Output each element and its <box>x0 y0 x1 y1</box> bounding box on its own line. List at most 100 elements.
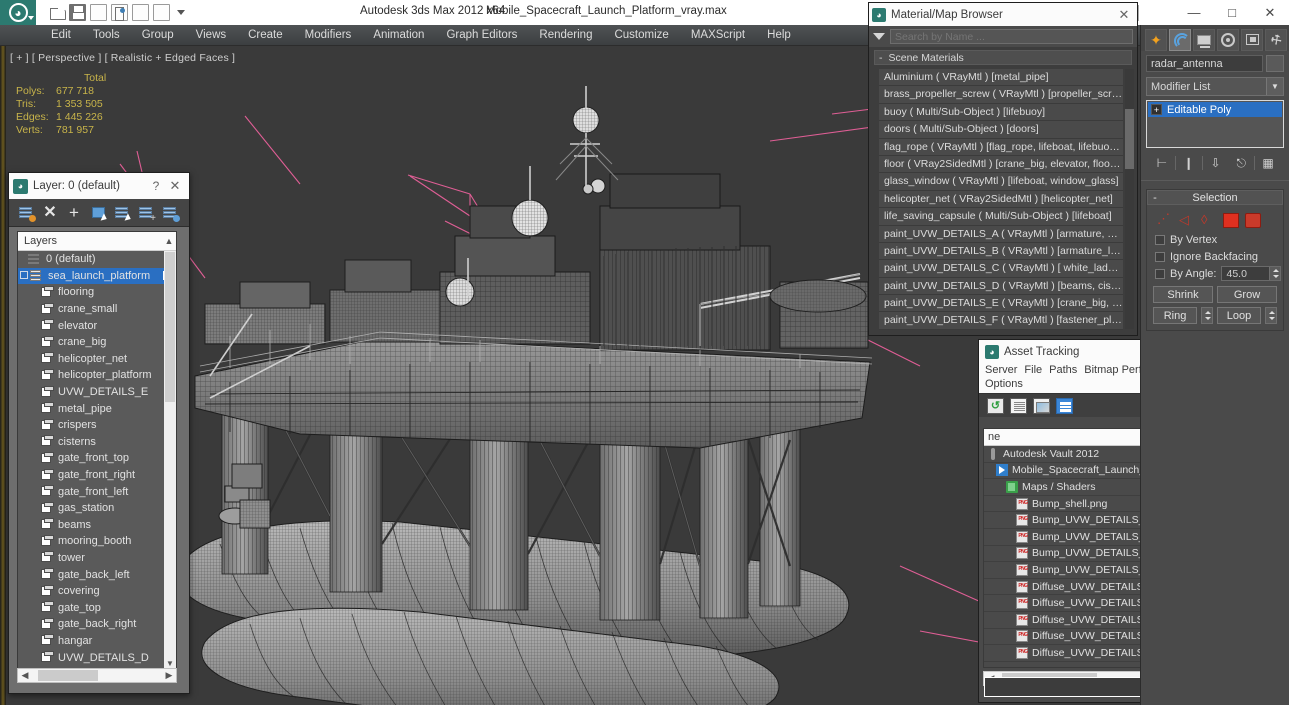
layer-row[interactable]: helicopter_net <box>18 351 176 368</box>
layer-row[interactable]: metal_pipe <box>18 400 176 417</box>
layer-row[interactable]: gate_top <box>18 599 176 616</box>
material-list-item[interactable]: paint_UVW_DETAILS_D ( VRayMtl ) [beams, … <box>879 277 1123 296</box>
scene-materials-group-header[interactable]: - Scene Materials <box>874 50 1132 65</box>
command-panel[interactable]: ✦ ⚒ radar_antenna Modifier List ▼ + Edit… <box>1140 25 1289 705</box>
polygon-icon[interactable] <box>1223 212 1239 228</box>
by-vertex-checkbox[interactable] <box>1155 234 1165 245</box>
remove-modifier-icon[interactable]: ⎋ <box>1228 154 1254 172</box>
layer-row[interactable]: gate_back_right <box>18 616 176 633</box>
menu-item-options[interactable]: Options <box>985 377 1030 391</box>
menu-item-file[interactable]: File <box>1024 363 1049 377</box>
layer-row[interactable]: crane_small <box>18 301 176 318</box>
vertex-icon[interactable] <box>1157 211 1173 228</box>
layer-row[interactable]: gate_front_top <box>18 450 176 467</box>
element-icon[interactable] <box>1245 212 1261 228</box>
3dsmax-app-menu-button[interactable]: ◕ <box>0 0 36 25</box>
layer-row[interactable]: covering <box>18 583 176 600</box>
hscroll-thumb[interactable] <box>38 670 98 681</box>
loop-spinner-icon[interactable] <box>1265 307 1277 324</box>
layer-row[interactable]: crispers <box>18 417 176 434</box>
selection-rollout-header[interactable]: - Selection <box>1147 190 1283 205</box>
layer-row[interactable]: gate_back_left <box>18 566 176 583</box>
layer-row[interactable]: gate_front_right <box>18 467 176 484</box>
delete-layer-icon[interactable]: ✕ <box>39 202 61 223</box>
undo-icon[interactable] <box>90 4 107 21</box>
layers-rows-container[interactable]: 0 (default)✓sea_launch_platform flooring c… <box>18 251 176 670</box>
ring-button[interactable]: Ring <box>1153 307 1197 324</box>
by-angle-spinner[interactable]: 45.0 <box>1221 266 1282 281</box>
layer-row[interactable]: tower <box>18 550 176 567</box>
ignore-backfacing-checkbox[interactable] <box>1155 251 1165 262</box>
modifier-list-dropdown[interactable]: Modifier List ▼ <box>1146 77 1284 96</box>
new-scene-icon[interactable] <box>153 4 170 21</box>
menu-item-maxscript[interactable]: MAXScript <box>680 25 756 46</box>
grow-button[interactable]: Grow <box>1217 286 1277 303</box>
select-objects-in-layer-icon[interactable] <box>87 202 109 223</box>
list-view-icon[interactable] <box>1010 397 1027 414</box>
scroll-right-icon[interactable]: ▶ <box>162 670 176 681</box>
scrollbar-thumb[interactable] <box>1125 109 1134 169</box>
menu-item-create[interactable]: Create <box>237 25 294 46</box>
layer-row[interactable]: helicopter_platform <box>18 367 176 384</box>
expand-icon[interactable] <box>20 270 30 282</box>
object-color-swatch[interactable] <box>1266 55 1284 72</box>
material-list[interactable]: Aluminium ( VRayMtl ) [metal_pipe] brass_… <box>879 69 1123 331</box>
layer-row[interactable]: elevator <box>18 317 176 334</box>
scroll-left-icon[interactable]: ◀ <box>18 670 32 681</box>
material-list-item[interactable]: brass_propeller_screw ( VRayMtl ) [prope… <box>879 86 1123 104</box>
add-selected-objects-to-layer-icon[interactable]: + <box>135 202 157 224</box>
shrink-button[interactable]: Shrink <box>1153 286 1213 303</box>
spinner-arrows-icon[interactable] <box>1269 267 1281 280</box>
layer-row[interactable]: sea_launch_platform <box>18 267 176 285</box>
edge-icon[interactable] <box>1179 212 1195 228</box>
material-map-browser-dialog[interactable]: ◕ Material/Map Browser ✕ - Scene Materia… <box>868 2 1138 336</box>
redo-icon[interactable] <box>132 4 149 21</box>
layer-row[interactable]: 0 (default)✓ <box>18 251 176 268</box>
show-end-result-icon[interactable]: ❙ <box>1176 154 1202 172</box>
make-unique-icon[interactable]: ⇩ <box>1203 154 1229 172</box>
modify-tab[interactable] <box>1169 28 1191 51</box>
collapse-icon[interactable]: - <box>1148 192 1162 204</box>
material-list-item[interactable]: paint_UVW_DETAILS_B ( VRayMtl ) [armatur… <box>879 242 1123 261</box>
expand-icon[interactable]: + <box>1151 104 1162 115</box>
layer-row[interactable]: crane_big <box>18 334 176 351</box>
menu-item-server[interactable]: Server <box>985 363 1024 377</box>
menu-item-views[interactable]: Views <box>185 25 237 46</box>
menu-item-edit[interactable]: Edit <box>40 25 82 46</box>
close-icon[interactable]: ✕ <box>1114 7 1134 23</box>
hscroll-track[interactable] <box>32 669 162 682</box>
layer-row[interactable]: UVW_DETAILS_D <box>18 649 176 666</box>
minimize-button[interactable]: — <box>1175 0 1213 25</box>
layers-list[interactable]: Layers ▲ 0 (default)✓sea_launch_platform… <box>17 231 177 671</box>
menu-item-paths[interactable]: Paths <box>1049 363 1084 377</box>
collapse-icon[interactable]: - <box>879 52 883 64</box>
material-list-scrollbar[interactable] <box>1125 69 1134 329</box>
menu-item-tools[interactable]: Tools <box>82 25 131 46</box>
by-vertex-row[interactable]: By Vertex <box>1147 231 1283 248</box>
layer-row[interactable]: UVW_DETAILS_E <box>18 384 176 401</box>
motion-tab[interactable] <box>1217 28 1239 51</box>
layer-row[interactable]: hangar <box>18 633 176 650</box>
material-list-item[interactable]: paint_UVW_DETAILS_E ( VRayMtl ) [crane_b… <box>879 295 1123 313</box>
quick-access-chevron-icon[interactable] <box>177 10 185 15</box>
ring-spinner-icon[interactable] <box>1201 307 1213 324</box>
layer-row[interactable]: gate_front_left <box>18 483 176 500</box>
selection-rollout[interactable]: - Selection By Vertex Ignore Backfacing <box>1146 189 1284 331</box>
material-list-item[interactable]: floor ( VRay2SidedMtl ) [crane_big, elev… <box>879 155 1123 174</box>
layer-row[interactable]: gas_station <box>18 500 176 517</box>
open-file-icon[interactable] <box>48 4 66 21</box>
menu-item-group[interactable]: Group <box>131 25 185 46</box>
by-angle-checkbox[interactable] <box>1155 268 1165 279</box>
add-layer-icon[interactable]: + <box>63 202 85 223</box>
layers-horizontal-scrollbar[interactable]: ◀ ▶ <box>17 668 177 683</box>
create-new-layer-icon[interactable] <box>15 202 37 223</box>
close-button[interactable]: ✕ <box>1251 0 1289 25</box>
material-list-item[interactable]: paint_UVW_DETAILS_F ( VRayMtl ) [fastene… <box>879 312 1123 330</box>
material-list-item[interactable]: flag_rope ( VRayMtl ) [flag_rope, lifebo… <box>879 138 1123 156</box>
material-list-item[interactable]: glass_window ( VRayMtl ) [lifeboat, wind… <box>879 173 1123 191</box>
grid-view-icon[interactable] <box>1056 397 1073 414</box>
layers-vertical-scrollbar[interactable]: ▼ <box>164 251 176 670</box>
loop-button[interactable]: Loop <box>1217 307 1261 324</box>
object-name-field[interactable]: radar_antenna <box>1146 55 1263 72</box>
utilities-tab[interactable]: ⚒ <box>1265 28 1287 51</box>
